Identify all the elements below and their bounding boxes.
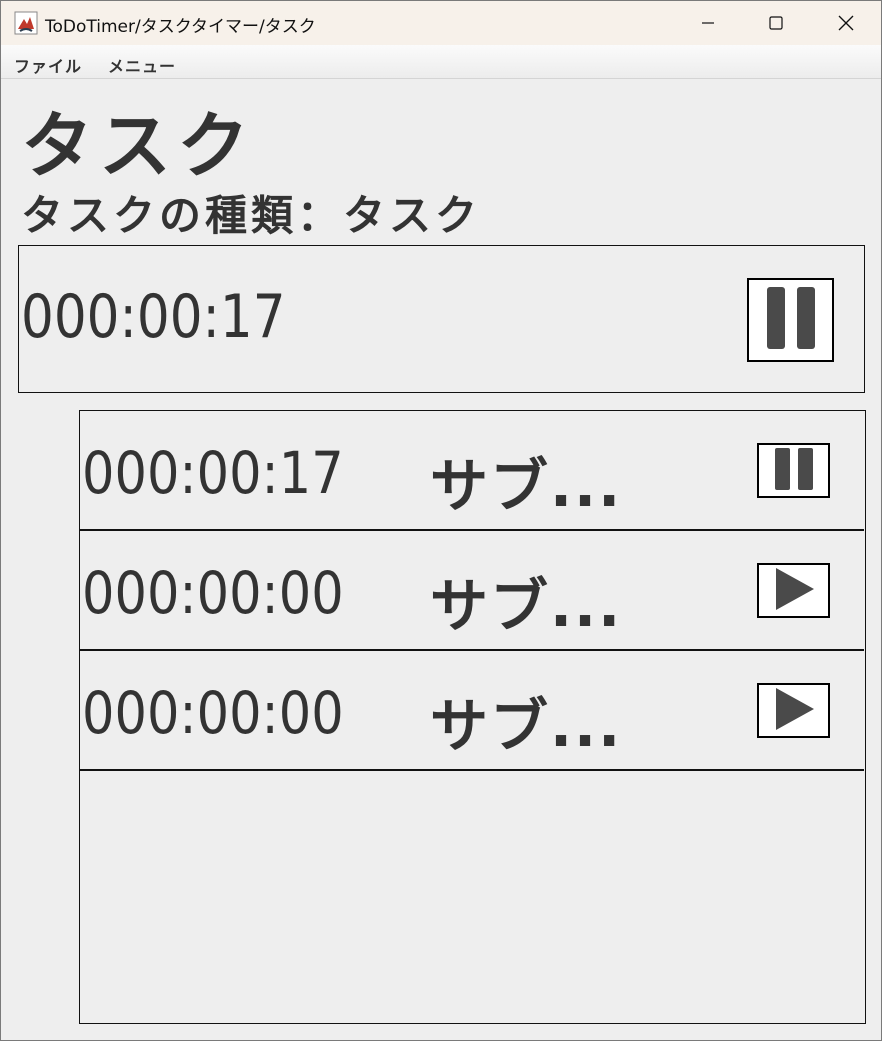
subtask-list: 000:00:17 サブ... 000:00:00 サブ... 000:00:0… <box>79 410 866 1024</box>
close-button[interactable] <box>811 1 881 45</box>
menu-file[interactable]: ファイル <box>14 53 82 77</box>
minimize-icon <box>701 16 715 30</box>
subtask-row: 000:00:00 サブ... <box>80 651 864 771</box>
minimize-button[interactable] <box>673 1 743 45</box>
play-icon <box>772 686 816 736</box>
subtask-timer: 000:00:00 <box>82 679 344 747</box>
maximize-button[interactable] <box>741 1 811 45</box>
app-window: ToDoTimer/タスクタイマー/タスク ファイル メニュー タスク タスクの… <box>0 0 882 1041</box>
subtask-name: サブ... <box>430 572 623 640</box>
subtask-play-button[interactable] <box>757 563 830 618</box>
subtask-row: 000:00:00 サブ... <box>80 531 864 651</box>
window-title: ToDoTimer/タスクタイマー/タスク <box>45 17 316 37</box>
menu-menu[interactable]: メニュー <box>108 53 176 77</box>
subtask-timer: 000:00:17 <box>82 439 344 507</box>
subtask-row: 000:00:17 サブ... <box>80 411 864 531</box>
subtask-pause-button[interactable] <box>757 443 830 498</box>
subtask-timer: 000:00:00 <box>82 559 344 627</box>
subtask-name: サブ... <box>430 692 623 760</box>
play-icon <box>772 566 816 616</box>
maximize-icon <box>769 16 783 30</box>
main-task-timer-panel: 000:00:17 <box>18 245 865 393</box>
close-icon <box>838 15 854 31</box>
pause-icon <box>759 285 823 355</box>
task-type-label: タスクの種類：タスク <box>21 191 482 240</box>
task-title: タスク <box>21 104 256 188</box>
title-bar[interactable]: ToDoTimer/タスクタイマー/タスク <box>1 1 881 45</box>
main-task-pause-button[interactable] <box>747 278 834 362</box>
subtask-play-button[interactable] <box>757 683 830 738</box>
menu-bar: ファイル メニュー <box>1 45 881 79</box>
main-task-timer: 000:00:17 <box>21 282 286 352</box>
java-app-icon <box>14 11 38 35</box>
subtask-name: サブ... <box>430 452 623 520</box>
pause-icon <box>769 446 819 496</box>
